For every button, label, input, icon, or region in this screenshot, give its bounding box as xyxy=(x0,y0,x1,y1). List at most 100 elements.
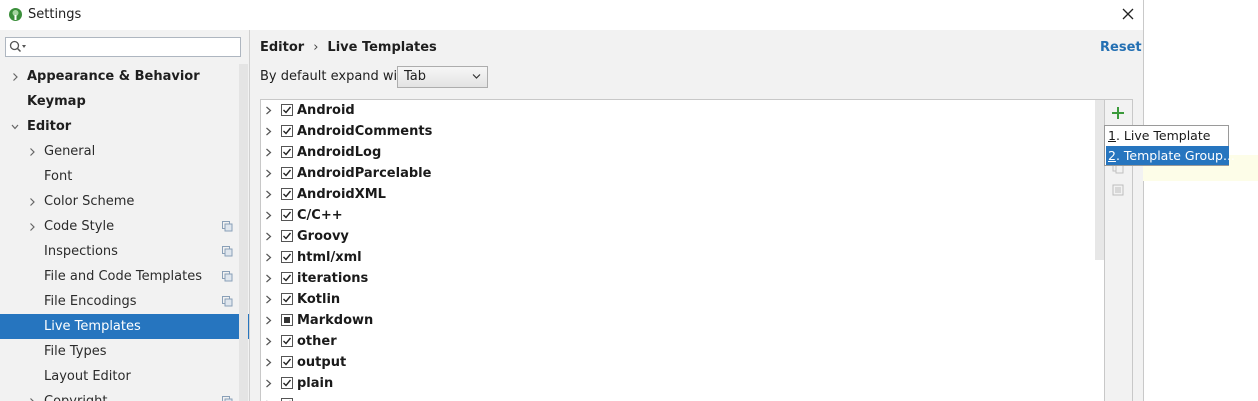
group-checkbox[interactable] xyxy=(281,125,293,137)
expand-with-select[interactable]: Tab xyxy=(397,66,488,88)
sidebar-item-editor[interactable]: Editor xyxy=(0,114,237,139)
check-icon xyxy=(283,190,292,198)
search-icon[interactable] xyxy=(9,40,27,54)
template-group-row[interactable]: C/C++ xyxy=(261,205,1094,226)
chevron-right-icon[interactable] xyxy=(28,397,36,401)
sidebar-item-inspections[interactable]: Inspections xyxy=(0,239,237,264)
chevron-right-icon[interactable] xyxy=(28,197,36,207)
edit-icon[interactable] xyxy=(1112,184,1124,196)
template-group-row[interactable]: iterations xyxy=(261,268,1094,289)
template-group-row[interactable]: Kotlin xyxy=(261,289,1094,310)
chevron-right-icon[interactable] xyxy=(28,147,36,157)
sidebar-item-font[interactable]: Font xyxy=(0,164,237,189)
group-checkbox[interactable] xyxy=(281,209,293,221)
chevron-right-icon[interactable] xyxy=(265,232,272,241)
chevron-down-icon[interactable] xyxy=(11,122,19,132)
sidebar-item-copyright[interactable]: Copyright xyxy=(0,389,237,401)
template-group-name: Markdown xyxy=(297,313,374,328)
group-checkbox[interactable] xyxy=(281,314,293,326)
chevron-right-icon[interactable] xyxy=(265,337,272,346)
template-group-name: AndroidComments xyxy=(297,124,433,139)
search-input[interactable] xyxy=(28,39,236,55)
template-group-row[interactable]: output xyxy=(261,352,1094,373)
group-checkbox[interactable] xyxy=(281,335,293,347)
templates-scrollbar[interactable] xyxy=(1095,100,1104,260)
sidebar-item-general[interactable]: General xyxy=(0,139,237,164)
template-group-row[interactable]: AndroidComments xyxy=(261,121,1094,142)
check-icon xyxy=(283,337,292,345)
settings-window: Settings Appearance & Behavior Keymap Edit… xyxy=(0,0,1144,401)
chevron-right-icon[interactable] xyxy=(265,190,272,199)
check-icon xyxy=(283,379,292,387)
chevron-right-icon[interactable] xyxy=(265,148,272,157)
template-group-name: C/C++ xyxy=(297,208,343,223)
sidebar-scrollbar[interactable] xyxy=(239,64,248,401)
chevron-right-icon[interactable] xyxy=(265,316,272,325)
check-icon xyxy=(283,169,292,177)
check-icon xyxy=(283,253,292,261)
template-groups-tree: Android AndroidComments AndroidLog AndroidP… xyxy=(260,99,1105,401)
sidebar-item-file-encodings[interactable]: File Encodings xyxy=(0,289,237,314)
group-checkbox[interactable] xyxy=(281,230,293,242)
sidebar-item-layout-editor[interactable]: Layout Editor xyxy=(0,364,237,389)
group-checkbox[interactable] xyxy=(281,188,293,200)
project-scope-icon xyxy=(222,246,233,257)
template-group-row[interactable]: other xyxy=(261,331,1094,352)
plus-icon[interactable] xyxy=(1111,106,1125,120)
sidebar-item-keymap[interactable]: Keymap xyxy=(0,89,237,114)
group-checkbox[interactable] xyxy=(281,272,293,284)
group-checkbox[interactable] xyxy=(281,146,293,158)
chevron-right-icon[interactable] xyxy=(28,222,36,232)
close-icon[interactable] xyxy=(1118,4,1138,24)
group-checkbox[interactable] xyxy=(281,356,293,368)
chevron-right-icon[interactable] xyxy=(265,169,272,178)
template-group-row[interactable]: Markdown xyxy=(261,310,1094,331)
group-checkbox[interactable] xyxy=(281,293,293,305)
menu-item-template-group[interactable]: 2. Template Group... xyxy=(1106,146,1235,165)
group-checkbox[interactable] xyxy=(281,167,293,179)
template-group-row[interactable]: plain xyxy=(261,373,1094,394)
settings-search[interactable] xyxy=(5,37,241,57)
chevron-right-icon[interactable] xyxy=(265,106,272,115)
sidebar-item-label: General xyxy=(44,144,96,159)
menu-item-live-template[interactable]: 1. Live Template xyxy=(1106,126,1229,145)
sidebar-item-label: Inspections xyxy=(44,244,118,259)
check-icon xyxy=(283,106,292,114)
template-group-name: AndroidLog xyxy=(297,145,382,160)
template-group-row[interactable]: AndroidParcelable xyxy=(261,163,1094,184)
title-bar: Settings xyxy=(0,0,1143,30)
chevron-right-icon[interactable] xyxy=(265,295,272,304)
chevron-right-icon[interactable] xyxy=(265,127,272,136)
reset-link[interactable]: Reset xyxy=(1100,40,1142,55)
sidebar-item-label: Layout Editor xyxy=(44,369,131,384)
group-checkbox[interactable] xyxy=(281,251,293,263)
sidebar-item-label: Copyright xyxy=(44,389,108,401)
sidebar-item-label: Font xyxy=(44,169,73,184)
template-group-row[interactable]: AndroidLog xyxy=(261,142,1094,163)
chevron-right-icon[interactable] xyxy=(11,72,19,82)
chevron-right-icon[interactable] xyxy=(265,379,272,388)
sidebar-item-color-scheme[interactable]: Color Scheme xyxy=(0,189,237,214)
sidebar-item-file-types[interactable]: File Types xyxy=(0,339,237,364)
check-icon xyxy=(283,148,292,156)
template-group-row[interactable]: AndroidXML xyxy=(261,184,1094,205)
check-icon xyxy=(283,274,292,282)
chevron-right-icon[interactable] xyxy=(265,358,272,367)
sidebar-item-live-templates[interactable]: Live Templates xyxy=(0,314,249,339)
chevron-right-icon[interactable] xyxy=(265,253,272,262)
template-group-row[interactable] xyxy=(261,394,1094,401)
group-checkbox[interactable] xyxy=(281,377,293,389)
sidebar-item-appearance-behavior[interactable]: Appearance & Behavior xyxy=(0,64,237,89)
template-group-row[interactable]: Android xyxy=(261,100,1094,121)
sidebar-item-file-and-code-templates[interactable]: File and Code Templates xyxy=(0,264,237,289)
group-checkbox[interactable] xyxy=(281,104,293,116)
live-templates-panel: Editor › Live Templates Reset By default e… xyxy=(250,30,1143,401)
sidebar-item-code-style[interactable]: Code Style xyxy=(0,214,237,239)
chevron-right-icon[interactable] xyxy=(265,211,272,220)
check-icon xyxy=(283,358,292,366)
template-group-row[interactable]: html/xml xyxy=(261,247,1094,268)
settings-tree: Appearance & Behavior Keymap Editor General… xyxy=(0,64,249,401)
chevron-right-icon[interactable] xyxy=(265,274,272,283)
template-group-row[interactable]: Groovy xyxy=(261,226,1094,247)
expand-with-value: Tab xyxy=(404,69,427,84)
